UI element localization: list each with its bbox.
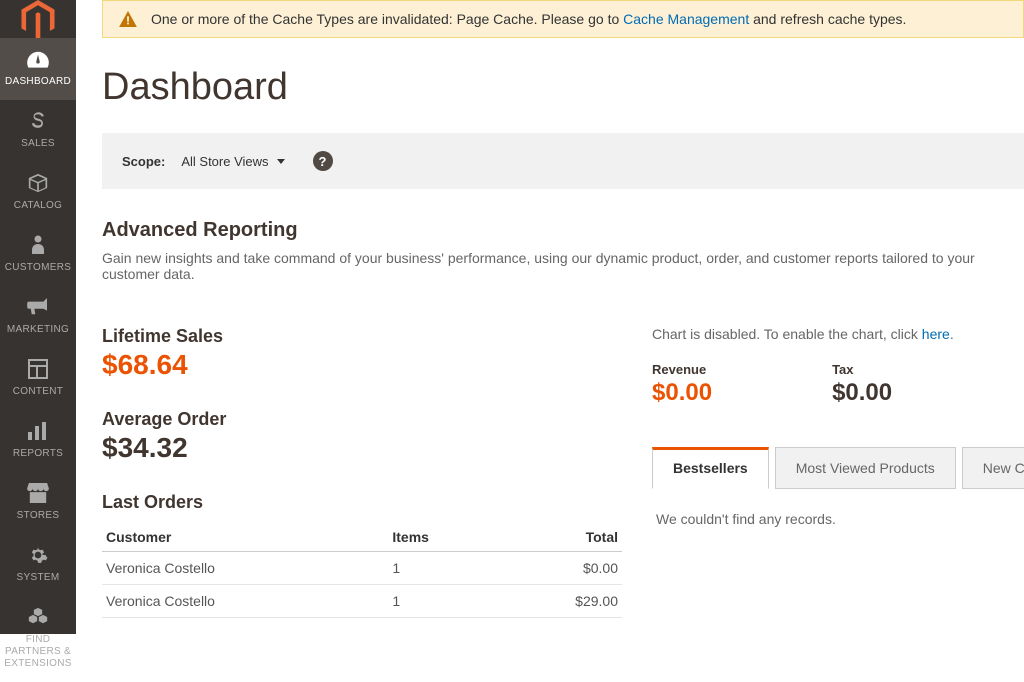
help-icon[interactable]: ? bbox=[313, 151, 333, 171]
nav-label: CUSTOMERS bbox=[5, 262, 71, 274]
tab-new-customers[interactable]: New Custome bbox=[962, 447, 1024, 489]
cell-items: 1 bbox=[388, 552, 497, 585]
nav-system[interactable]: SYSTEM bbox=[0, 534, 76, 596]
cache-management-link[interactable]: Cache Management bbox=[623, 11, 749, 27]
nav-dashboard[interactable]: DASHBOARD bbox=[0, 38, 76, 100]
tab-content: We couldn't find any records. bbox=[652, 507, 1024, 531]
box-icon bbox=[28, 172, 48, 194]
notice-suffix: and refresh cache types. bbox=[749, 11, 906, 27]
scope-bar: Scope: All Store Views ? bbox=[102, 133, 1024, 189]
nav-content[interactable]: CONTENT bbox=[0, 348, 76, 410]
advanced-reporting-title: Advanced Reporting bbox=[102, 219, 1024, 242]
layout-icon bbox=[28, 358, 48, 380]
stats-row: Revenue $0.00 Tax $0.00 bbox=[652, 362, 1024, 407]
page-title: Dashboard bbox=[102, 66, 1024, 109]
nav-label: SALES bbox=[21, 138, 55, 150]
nav-label: CATALOG bbox=[14, 200, 62, 212]
average-order-value: $34.32 bbox=[102, 432, 622, 464]
revenue-label: Revenue bbox=[652, 362, 712, 377]
chart-disabled-note: Chart is disabled. To enable the chart, … bbox=[652, 326, 1024, 342]
nav-partners[interactable]: FIND PARTNERS & EXTENSIONS bbox=[0, 596, 76, 682]
col-total: Total bbox=[498, 523, 622, 552]
advanced-reporting-section: Advanced Reporting Gain new insights and… bbox=[76, 189, 1024, 282]
notice-prefix: One or more of the Cache Types are inval… bbox=[151, 11, 623, 27]
revenue-value: $0.00 bbox=[652, 379, 712, 407]
nav-label: STORES bbox=[17, 510, 60, 522]
megaphone-icon bbox=[27, 296, 49, 318]
main-content: One or more of the Cache Types are inval… bbox=[76, 0, 1024, 634]
nav-customers[interactable]: CUSTOMERS bbox=[0, 224, 76, 286]
enable-chart-link[interactable]: here bbox=[922, 326, 950, 342]
tax-value: $0.00 bbox=[832, 379, 892, 407]
scope-value: All Store Views bbox=[181, 154, 268, 169]
cell-total: $0.00 bbox=[498, 552, 622, 585]
last-orders-table: Customer Items Total Veronica Costello 1… bbox=[102, 523, 622, 618]
person-icon bbox=[31, 234, 45, 256]
tab-most-viewed[interactable]: Most Viewed Products bbox=[775, 447, 956, 489]
magento-logo[interactable] bbox=[0, 0, 76, 38]
table-row[interactable]: Veronica Costello 1 $29.00 bbox=[102, 585, 622, 618]
stat-revenue: Revenue $0.00 bbox=[652, 362, 712, 407]
warning-icon bbox=[119, 11, 137, 30]
chart-note-suffix: . bbox=[950, 326, 954, 342]
nav-label: FIND PARTNERS & EXTENSIONS bbox=[2, 634, 74, 670]
nav-label: SYSTEM bbox=[17, 572, 60, 584]
lifetime-sales-value: $68.64 bbox=[102, 349, 622, 381]
gear-icon bbox=[28, 544, 48, 566]
nav-label: CONTENT bbox=[13, 386, 63, 398]
cell-total: $29.00 bbox=[498, 585, 622, 618]
bar-chart-icon bbox=[28, 420, 48, 442]
dollar-icon bbox=[31, 110, 45, 132]
nav-reports[interactable]: REPORTS bbox=[0, 410, 76, 472]
nav-stores[interactable]: STORES bbox=[0, 472, 76, 534]
cell-customer: Veronica Costello bbox=[102, 552, 388, 585]
chevron-down-icon bbox=[277, 159, 285, 164]
admin-sidebar: DASHBOARD SALES CATALOG CUSTOMERS MARKET… bbox=[0, 0, 76, 634]
nav-marketing[interactable]: MARKETING bbox=[0, 286, 76, 348]
average-order-label: Average Order bbox=[102, 409, 622, 430]
nav-sales[interactable]: SALES bbox=[0, 100, 76, 162]
storefront-icon bbox=[27, 482, 49, 504]
last-orders-title: Last Orders bbox=[102, 492, 622, 513]
cell-items: 1 bbox=[388, 585, 497, 618]
advanced-reporting-desc: Gain new insights and take command of yo… bbox=[102, 250, 1024, 282]
lifetime-sales-label: Lifetime Sales bbox=[102, 326, 622, 347]
cubes-icon bbox=[28, 606, 48, 628]
nav-label: DASHBOARD bbox=[5, 76, 71, 88]
chart-note-prefix: Chart is disabled. To enable the chart, … bbox=[652, 326, 922, 342]
tab-bestsellers[interactable]: Bestsellers bbox=[652, 447, 769, 489]
nav-catalog[interactable]: CATALOG bbox=[0, 162, 76, 224]
scope-select[interactable]: All Store Views bbox=[181, 154, 284, 169]
col-items: Items bbox=[388, 523, 497, 552]
product-tabs: Bestsellers Most Viewed Products New Cus… bbox=[652, 447, 1024, 489]
stat-tax: Tax $0.00 bbox=[832, 362, 892, 407]
cache-notice: One or more of the Cache Types are inval… bbox=[102, 0, 1024, 38]
tax-label: Tax bbox=[832, 362, 892, 377]
nav-label: MARKETING bbox=[7, 324, 69, 336]
scope-label: Scope: bbox=[122, 154, 165, 169]
table-row[interactable]: Veronica Costello 1 $0.00 bbox=[102, 552, 622, 585]
gauge-icon bbox=[27, 48, 49, 70]
nav-label: REPORTS bbox=[13, 448, 63, 460]
cell-customer: Veronica Costello bbox=[102, 585, 388, 618]
col-customer: Customer bbox=[102, 523, 388, 552]
